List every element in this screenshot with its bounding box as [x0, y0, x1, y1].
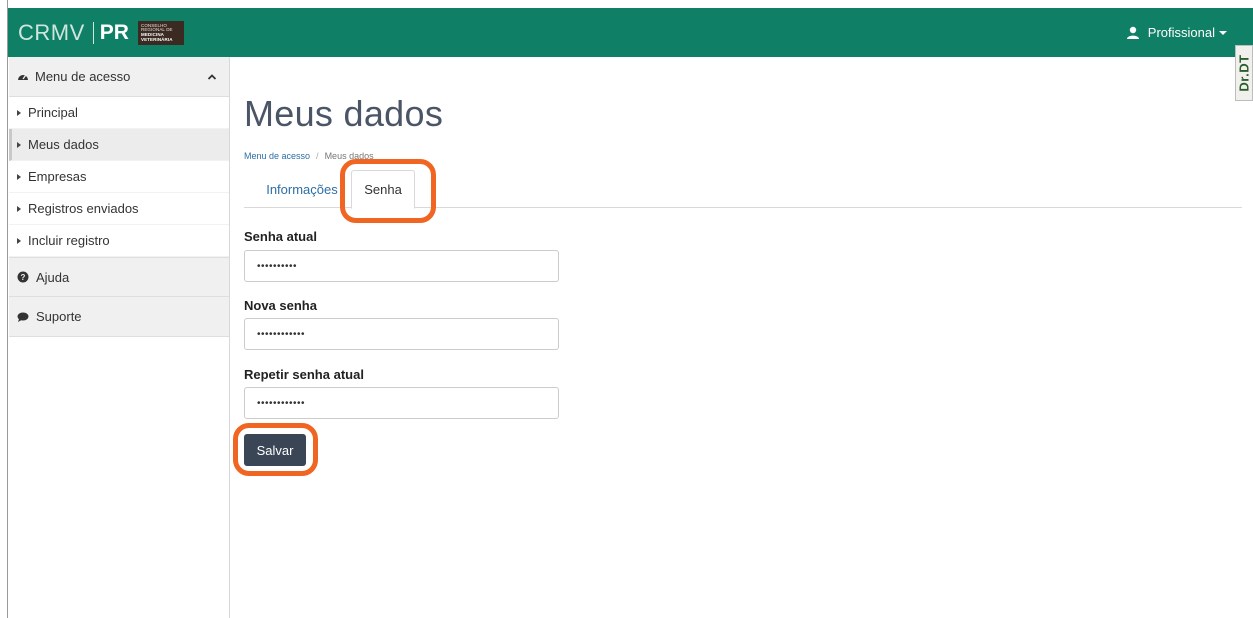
drdt-label: Dr.DT: [1236, 54, 1252, 92]
sidebar-header-menu-de-acesso[interactable]: Menu de acesso: [9, 57, 229, 97]
sidebar: Menu de acesso Principal Meus dados Empr…: [9, 57, 230, 618]
repeat-password-label: Repetir senha atual: [244, 367, 364, 382]
sidebar-item-incluir-registro[interactable]: Incluir registro: [9, 225, 229, 257]
badge-line: VETERINÁRIA: [140, 36, 173, 42]
comment-icon: [17, 312, 29, 322]
tab-informacoes[interactable]: Informações: [252, 170, 352, 208]
logo-pr-text: PR: [99, 21, 129, 44]
top-navbar: CRMV PR CONSELHO REGIONAL DE MEDICINA VE…: [8, 8, 1253, 57]
logo-council-badge: CONSELHO REGIONAL DE MEDICINA VETERINÁRI…: [137, 21, 184, 45]
sidebar-item-label: Registros enviados: [28, 201, 139, 216]
drdt-extension-tab[interactable]: Dr.DT: [1235, 45, 1253, 101]
sidebar-item-label: Incluir registro: [28, 233, 110, 248]
user-menu-dropdown[interactable]: Profissional: [1126, 25, 1227, 40]
sidebar-section-label: Suporte: [36, 309, 82, 324]
annotation-highlight-save-button: [233, 423, 318, 476]
annotation-highlight-senha-tab: [340, 159, 436, 223]
caret-down-icon: [1219, 30, 1227, 35]
sidebar-item-suporte[interactable]: Suporte: [9, 297, 229, 337]
user-icon: [1126, 26, 1139, 39]
sidebar-item-registros-enviados[interactable]: Registros enviados: [9, 193, 229, 225]
sidebar-item-label: Principal: [28, 105, 78, 120]
caret-right-icon: [17, 173, 21, 180]
page-title: Meus dados: [244, 93, 444, 134]
current-password-label: Senha atual: [244, 229, 317, 244]
breadcrumb-separator: /: [316, 151, 319, 161]
new-password-input[interactable]: ••••••••••••: [244, 318, 559, 350]
question-circle-icon: ?: [17, 271, 29, 283]
frame-left: [0, 0, 8, 618]
logo-crmv-text: CRMV: [18, 20, 85, 45]
sidebar-item-principal[interactable]: Principal: [9, 97, 229, 129]
logo-separator: [92, 22, 94, 44]
chevron-up-icon[interactable]: [207, 72, 217, 82]
sidebar-item-empresas[interactable]: Empresas: [9, 161, 229, 193]
sidebar-item-label: Empresas: [28, 169, 87, 184]
sidebar-item-label: Meus dados: [28, 137, 99, 152]
sidebar-header-label: Menu de acesso: [35, 69, 131, 84]
caret-right-icon: [17, 109, 21, 116]
breadcrumb-link-menu-de-acesso[interactable]: Menu de acesso: [244, 151, 310, 161]
repeat-password-input[interactable]: ••••••••••••: [244, 387, 559, 419]
crmv-pr-logo[interactable]: CRMV PR CONSELHO REGIONAL DE MEDICINA VE…: [18, 20, 184, 45]
caret-right-icon: [17, 205, 21, 212]
current-password-input[interactable]: ••••••••••: [244, 250, 559, 282]
dashboard-icon: [18, 74, 28, 80]
caret-right-icon: [17, 237, 21, 244]
frame-top: [0, 0, 1253, 8]
sidebar-item-ajuda[interactable]: ? Ajuda: [9, 257, 229, 297]
sidebar-item-meus-dados[interactable]: Meus dados: [9, 129, 229, 161]
svg-text:?: ?: [21, 273, 26, 282]
caret-right-icon: [17, 141, 21, 148]
sidebar-section-label: Ajuda: [36, 269, 70, 285]
new-password-label: Nova senha: [244, 298, 317, 313]
user-menu-label: Profissional: [1147, 25, 1215, 40]
